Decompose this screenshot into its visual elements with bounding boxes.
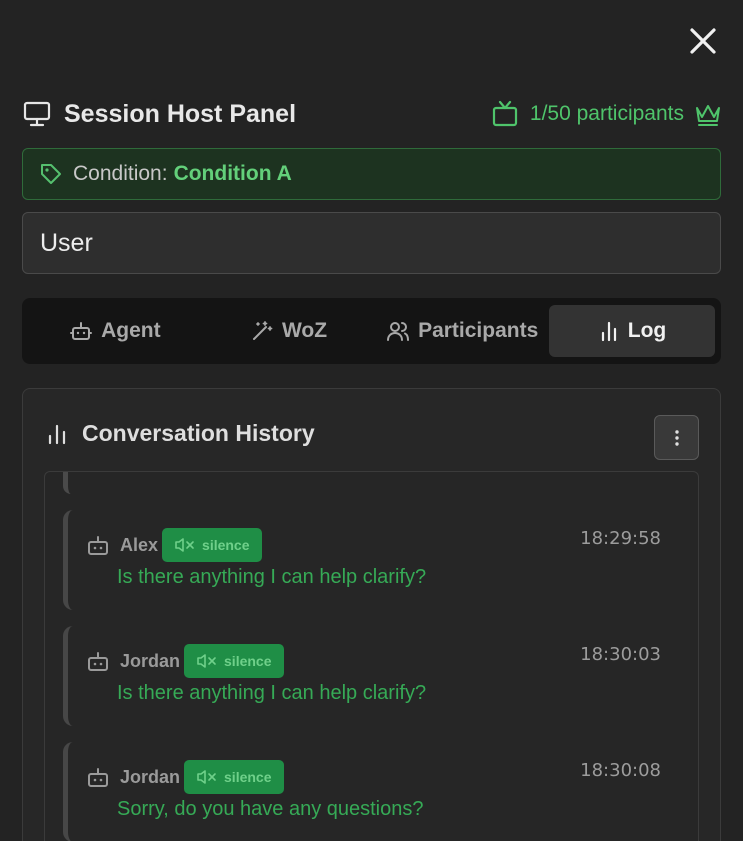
message-item: Jordan silence 18:30:08 Sorry, do you ha…: [63, 742, 679, 841]
silence-badge: silence: [162, 528, 262, 562]
volume-mute-icon: [197, 770, 216, 784]
message-time: 18:30:03: [580, 644, 661, 665]
tab-woz[interactable]: WoZ: [202, 305, 376, 357]
tag-icon: [41, 164, 61, 184]
panel-header: Session Host Panel 1/50 participants: [22, 96, 722, 132]
history-header: Conversation History: [46, 420, 315, 447]
silence-badge: silence: [184, 644, 284, 678]
conversation-list[interactable]: Alex silence 18:29:58 Is there anything …: [44, 471, 699, 841]
volume-mute-icon: [197, 654, 216, 668]
crown-icon: [696, 105, 720, 126]
condition-value: Condition A: [173, 162, 292, 185]
message-speaker: Jordan: [120, 650, 181, 671]
role-input[interactable]: [22, 212, 721, 274]
robot-icon: [88, 652, 108, 671]
tab-participants-label: Participants: [418, 319, 539, 342]
robot-icon: [70, 322, 93, 340]
history-menu-button[interactable]: [654, 415, 699, 460]
previous-message-stub: [63, 472, 603, 494]
tab-participants[interactable]: Participants: [375, 305, 549, 357]
message-text: Sorry, do you have any questions?: [117, 798, 424, 820]
tab-log[interactable]: Log: [549, 305, 716, 357]
close-button[interactable]: [686, 24, 720, 58]
tab-woz-label: WoZ: [281, 319, 328, 342]
more-vertical-icon: [674, 429, 679, 446]
header-left: Session Host Panel: [22, 99, 296, 129]
robot-icon: [88, 768, 108, 787]
volume-mute-icon: [175, 538, 194, 552]
tv-icon: [492, 100, 517, 127]
message-item: Alex silence 18:29:58 Is there anything …: [63, 510, 679, 610]
tab-log-label: Log: [627, 319, 667, 342]
tab-agent-label: Agent: [101, 319, 161, 342]
message-time: 18:30:08: [580, 760, 661, 781]
magic-wand-icon: [252, 321, 273, 340]
tab-agent[interactable]: Agent: [28, 305, 202, 357]
message-header: Jordan silence: [86, 760, 284, 794]
message-text: Is there anything I can help clarify?: [117, 682, 427, 704]
message-speaker: Jordan: [120, 766, 181, 787]
condition-banner: Condition: Condition A: [22, 148, 721, 200]
monitor-icon: [23, 101, 51, 127]
robot-icon: [88, 536, 108, 555]
silence-badge: silence: [184, 760, 284, 794]
participant-count-label: 1/50 participants: [529, 102, 684, 125]
badge-label: silence: [224, 769, 272, 785]
message-item: Jordan silence 18:30:03 Is there anythin…: [63, 626, 679, 726]
close-icon: [690, 28, 716, 54]
history-title: Conversation History: [82, 420, 315, 446]
badge-label: silence: [202, 537, 250, 553]
condition-label: Condition:: [73, 162, 168, 185]
bar-chart-icon: [48, 424, 66, 444]
badge-label: silence: [224, 653, 272, 669]
message-speaker: Alex: [120, 534, 159, 555]
tab-bar: Agent WoZ Participants Log: [22, 298, 721, 364]
message-text: Is there anything I can help clarify?: [117, 566, 427, 588]
users-icon: [387, 322, 410, 341]
participant-count: 1/50 participants: [490, 99, 722, 129]
bar-chart-icon: [601, 321, 616, 342]
message-time: 18:29:58: [580, 528, 661, 549]
page-title: Session Host Panel: [64, 99, 297, 128]
message-header: Alex silence: [86, 528, 262, 562]
message-header: Jordan silence: [86, 644, 284, 678]
